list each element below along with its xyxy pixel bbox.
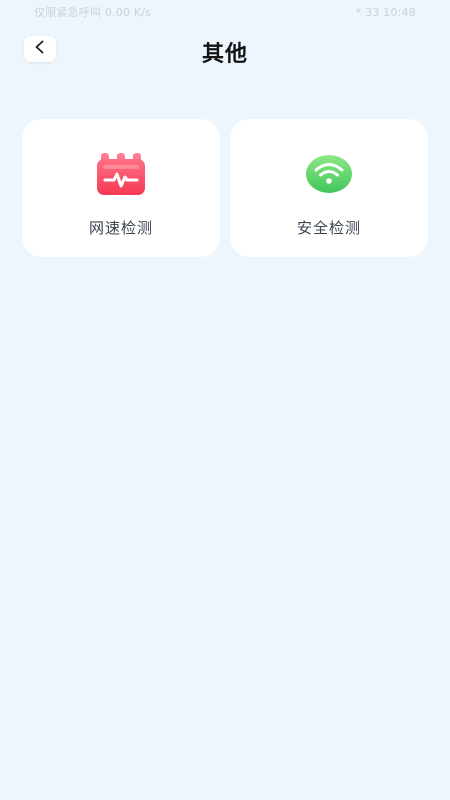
status-bar: 仅限紧急呼叫 0.00 K/s * 33 10:48: [0, 0, 450, 24]
wifi-shield-icon: [302, 147, 356, 201]
speed-test-icon: [94, 147, 148, 201]
card-security-check-label: 安全检测: [296, 219, 361, 237]
status-right: * 33 10:48: [355, 5, 416, 19]
page-title: 其他: [201, 42, 248, 67]
back-button[interactable]: [24, 36, 56, 62]
header: 其他: [0, 30, 450, 74]
card-speed-test-label: 网速检测: [88, 219, 153, 237]
tool-cards: 网速检测 安全检测: [22, 119, 428, 257]
status-left: 仅限紧急呼叫 0.00 K/s: [34, 6, 152, 19]
card-speed-test[interactable]: 网速检测: [22, 119, 220, 257]
chevron-left-icon: [33, 39, 47, 59]
card-security-check[interactable]: 安全检测: [230, 119, 428, 257]
